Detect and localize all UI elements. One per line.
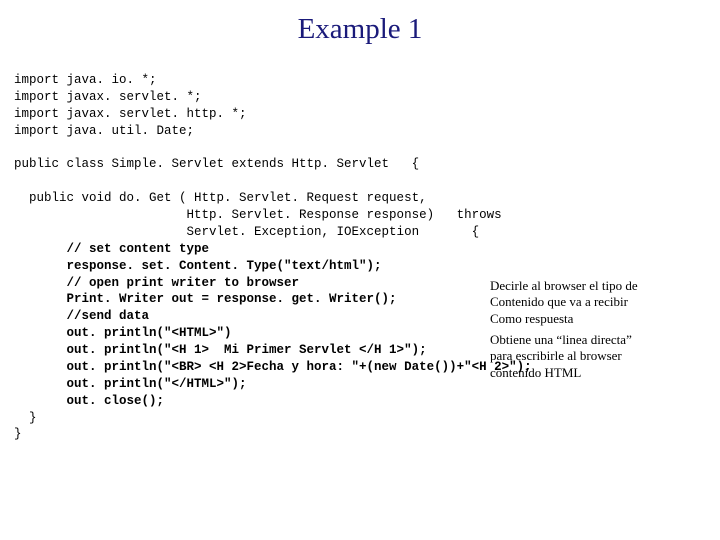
annotation-line: Decirle al browser el tipo de bbox=[490, 278, 638, 294]
import-line: import java. util. Date; bbox=[14, 124, 194, 138]
import-line: import javax. servlet. http. *; bbox=[14, 107, 247, 121]
annotation-line: Obtiene una “linea directa” bbox=[490, 332, 632, 348]
code-line: Print. Writer out = response. get. Write… bbox=[14, 292, 397, 306]
code-line: out. println("<H 1> Mi Primer Servlet </… bbox=[14, 343, 427, 357]
code-line: out. close(); bbox=[14, 394, 164, 408]
comment-line: // set content type bbox=[14, 242, 209, 256]
code-line: out. println("<BR> <H 2>Fecha y hora: "+… bbox=[14, 360, 532, 374]
annotation-line: Contenido que va a recibir bbox=[490, 294, 638, 310]
annotation-line: contenido HTML bbox=[490, 365, 632, 381]
code-block: import java. io. *; import javax. servle… bbox=[0, 55, 720, 443]
import-line: import javax. servlet. *; bbox=[14, 90, 202, 104]
brace-close: } bbox=[14, 427, 22, 441]
annotation-1: Decirle al browser el tipo de Contenido … bbox=[490, 278, 638, 327]
annotation-line: Como respuesta bbox=[490, 311, 638, 327]
code-line: out. println("</HTML>"); bbox=[14, 377, 247, 391]
annotation-line: para escribirle al browser bbox=[490, 348, 632, 364]
comment-line: // open print writer to browser bbox=[14, 276, 299, 290]
code-line: out. println("<HTML>") bbox=[14, 326, 232, 340]
import-line: import java. io. *; bbox=[14, 73, 157, 87]
annotation-2: Obtiene una “linea directa” para escribi… bbox=[490, 332, 632, 381]
brace-close: } bbox=[14, 411, 37, 425]
method-sig: public void do. Get ( Http. Servlet. Req… bbox=[14, 191, 427, 205]
method-sig: Servlet. Exception, IOException { bbox=[14, 225, 479, 239]
method-sig: Http. Servlet. Response response) throws bbox=[14, 208, 502, 222]
class-decl: public class Simple. Servlet extends Htt… bbox=[14, 157, 419, 171]
code-line: response. set. Content. Type("text/html"… bbox=[14, 259, 382, 273]
slide-title: Example 1 bbox=[0, 0, 720, 49]
comment-line: //send data bbox=[14, 309, 149, 323]
